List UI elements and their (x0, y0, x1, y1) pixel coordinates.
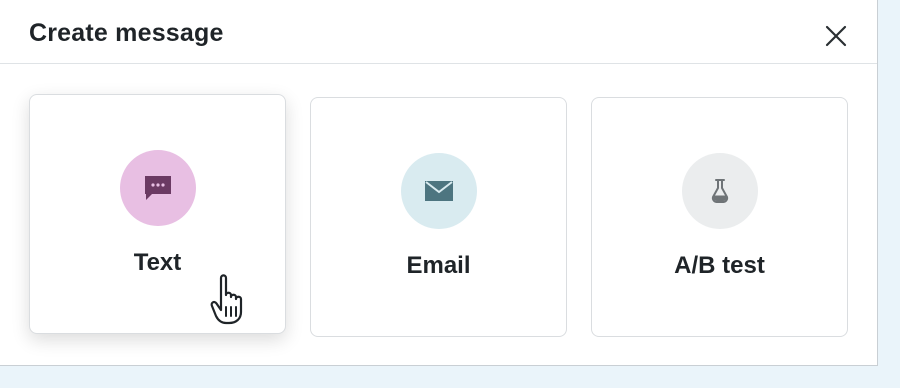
chat-bubble-icon (144, 176, 171, 200)
text-icon-circle (119, 150, 196, 226)
option-label-email: Email (406, 252, 471, 279)
dialog-title: Create message (29, 19, 224, 47)
email-icon-circle (400, 153, 477, 229)
envelope-icon (424, 181, 453, 201)
option-card-ab-test[interactable]: A/B test (591, 97, 848, 337)
option-card-email[interactable]: Email (310, 97, 567, 337)
option-label-ab-test: A/B test (674, 252, 765, 279)
create-message-dialog: Create message Text Email A/B test (0, 0, 878, 366)
hand-pointer-icon (210, 272, 258, 328)
dialog-header: Create message (0, 0, 877, 64)
close-icon (825, 25, 847, 47)
ab-test-icon-circle (681, 153, 758, 229)
flask-icon (711, 179, 728, 203)
close-button[interactable] (820, 20, 852, 52)
